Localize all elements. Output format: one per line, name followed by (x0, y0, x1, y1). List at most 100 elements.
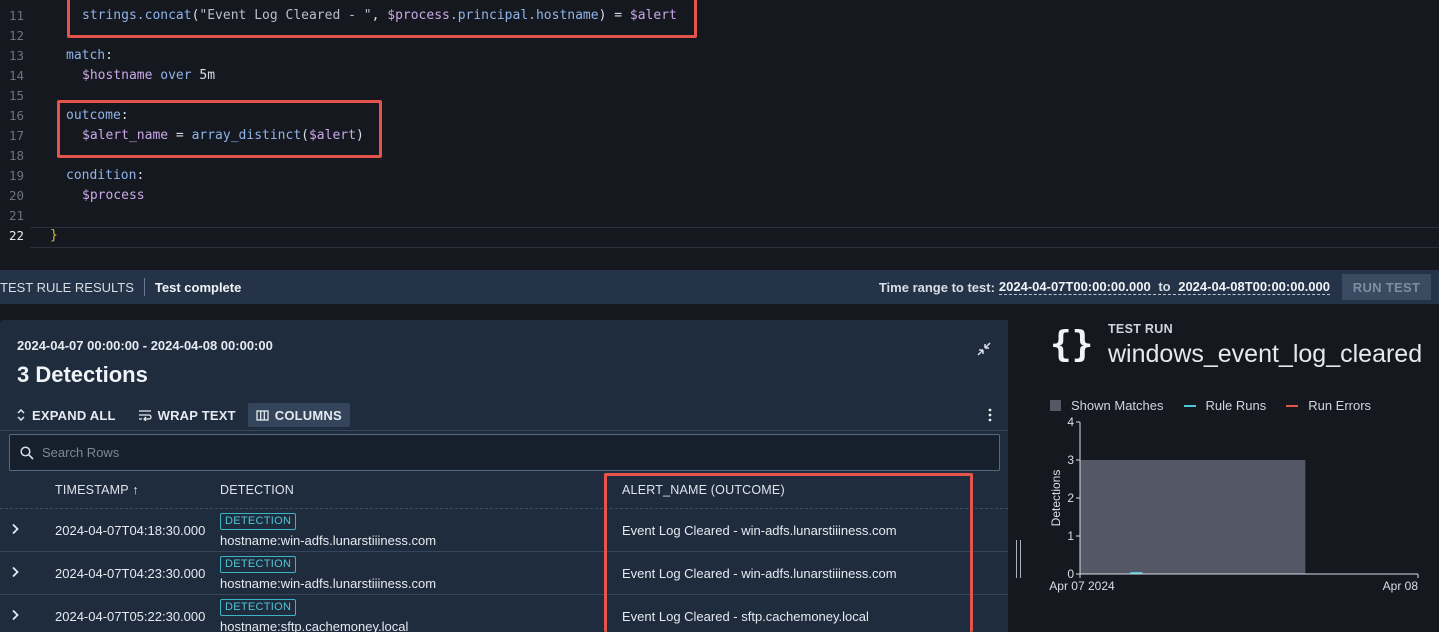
detection-badge: DETECTION (220, 556, 297, 573)
code-token: over (160, 68, 192, 83)
time-range-label: Time range to test: (878, 279, 995, 295)
highlight-box-concat (67, 0, 697, 38)
chart-bar (1080, 460, 1306, 574)
rule-name: windows_event_log_cleared (1108, 340, 1423, 368)
wrap-text-icon (138, 410, 152, 421)
detections-count: 3 Detections (17, 362, 148, 387)
rule-code-editor[interactable]: 11 strings.concat("Event Log Cleared - ",… (0, 0, 1439, 268)
code-token: match (66, 48, 106, 63)
line-number: 21 (8, 208, 24, 223)
wrap-text-label: WRAP TEXT (157, 407, 236, 423)
detections-panel: 2024-04-07 00:00:00 - 2024-04-08 00:00:0… (0, 320, 1008, 632)
row-hostname: hostname:win-adfs.lunarstiiiness.com (220, 533, 437, 548)
time-range-picker[interactable]: 2024-04-07T00:00:00.000 to 2024-04-08T00… (998, 279, 1330, 295)
line-number: 22 (8, 228, 24, 243)
code-line[interactable]: 19 condition: (0, 166, 1439, 186)
chart-y-tick-label: 1 (1067, 529, 1074, 543)
code-line[interactable]: 21 (0, 206, 1439, 226)
code-token: } (50, 228, 58, 243)
line-number: 20 (8, 188, 24, 203)
chart-y-tick-label: 4 (1067, 415, 1074, 429)
collapse-icon[interactable] (975, 340, 993, 358)
expand-all-label: EXPAND ALL (32, 407, 116, 423)
columns-label: COLUMNS (274, 407, 342, 423)
line-number: 11 (8, 8, 24, 23)
line-number: 19 (8, 168, 24, 183)
search-icon (20, 445, 34, 460)
row-hostname: hostname:win-adfs.lunarstiiiness.com (220, 576, 437, 591)
code-token: $hostname (82, 68, 153, 83)
test-run-label: TEST RUN (1108, 322, 1173, 336)
legend-label: Shown Matches (1071, 398, 1164, 413)
toolbar-divider (0, 430, 1008, 431)
code-line[interactable]: 14 $hostname over 5m (0, 66, 1439, 86)
detection-badge: DETECTION (220, 599, 297, 616)
line-number: 15 (8, 88, 24, 103)
code-text: $process (82, 186, 145, 206)
chevron-right-icon[interactable] (10, 523, 20, 535)
code-token: : (105, 48, 113, 63)
run-test-button[interactable]: RUN TEST (1342, 274, 1431, 300)
legend-rule-runs[interactable]: Rule Runs (1183, 398, 1267, 413)
detections-time-range: 2024-04-07 00:00:00 - 2024-04-08 00:00:0… (17, 338, 273, 353)
highlight-box-alert-column (604, 473, 973, 632)
column-header-timestamp[interactable]: TIMESTAMP ↑ (55, 483, 139, 497)
wrap-text-button[interactable]: WRAP TEXT (130, 403, 244, 427)
legend-swatch (1286, 404, 1299, 407)
code-text: $hostname over 5m (82, 66, 215, 86)
divider (143, 278, 145, 296)
row-timestamp: 2024-04-07T04:18:30.000 (55, 523, 206, 538)
table-toolbar: EXPAND ALL WRAP TEXT COLUMNS (0, 400, 1008, 430)
detection-badge: DETECTION (220, 513, 297, 530)
legend-shown-matches[interactable]: Shown Matches (1050, 398, 1164, 413)
line-number: 14 (8, 68, 24, 83)
legend-label: Rule Runs (1205, 398, 1267, 413)
chart-x-tick-label: Apr 07 2024 (1049, 579, 1115, 593)
code-text: condition: (66, 166, 144, 186)
expand-icon (17, 408, 25, 422)
chart-x-tick-label: Apr 08 (1383, 579, 1419, 593)
search-rows-input[interactable] (42, 445, 942, 460)
code-token: condition (66, 168, 137, 183)
code-line[interactable]: 20 $process (0, 186, 1439, 206)
time-range-start: 2024-04-07T00:00:00.000 (998, 279, 1151, 294)
legend-swatch (1050, 400, 1061, 411)
code-token: $process (82, 188, 145, 203)
more-options-icon[interactable] (988, 406, 992, 424)
expand-all-button[interactable]: EXPAND ALL (8, 403, 124, 427)
code-token: 5m (199, 68, 216, 83)
detections-chart: 01234Apr 07 2024 Apr 08Detections (1049, 415, 1419, 593)
legend-swatch (1183, 404, 1196, 407)
test-status: Test complete (154, 279, 242, 295)
chevron-right-icon[interactable] (10, 609, 20, 621)
braces-icon: {} (1050, 324, 1094, 365)
time-range-to-word: to (1158, 279, 1171, 294)
chart-y-tick-label: 3 (1067, 453, 1074, 467)
line-number: 17 (8, 128, 24, 143)
chevron-right-icon[interactable] (10, 566, 20, 578)
legend-label: Run Errors (1308, 398, 1372, 413)
time-range-end: 2024-04-08T00:00:00.000 (1178, 279, 1330, 294)
chart-y-axis-label: Detections (1049, 470, 1063, 527)
test-run-panel: {} TEST RUN windows_event_log_cleared Sh… (1010, 304, 1439, 632)
time-range-group: Time range to test: 2024-04-07T00:00:00.… (879, 270, 1439, 304)
code-text: } (50, 226, 58, 246)
columns-icon (256, 409, 269, 421)
line-number: 16 (8, 108, 24, 123)
columns-button[interactable]: COLUMNS (247, 403, 350, 427)
row-timestamp: 2024-04-07T05:22:30.000 (55, 609, 206, 624)
row-hostname: hostname:sftp.cachemoney.local (220, 619, 409, 632)
legend-run-errors[interactable]: Run Errors (1286, 398, 1371, 413)
search-rows-field[interactable] (9, 434, 1000, 471)
results-title: TEST RULE RESULTS (0, 279, 134, 295)
test-rule-results-bar: TEST RULE RESULTS Test complete Time ran… (0, 270, 1439, 304)
code-token: : (136, 168, 145, 183)
chart-legend: Shown Matches Rule Runs Run Errors (1050, 398, 1391, 413)
code-line[interactable]: 13 match: (0, 46, 1439, 66)
code-text: match: (66, 46, 113, 66)
line-number: 12 (8, 28, 24, 43)
code-line[interactable]: 22} (0, 226, 1439, 246)
line-number: 13 (8, 48, 24, 63)
line-number: 18 (8, 148, 24, 163)
column-header-detection[interactable]: DETECTION (220, 483, 294, 497)
